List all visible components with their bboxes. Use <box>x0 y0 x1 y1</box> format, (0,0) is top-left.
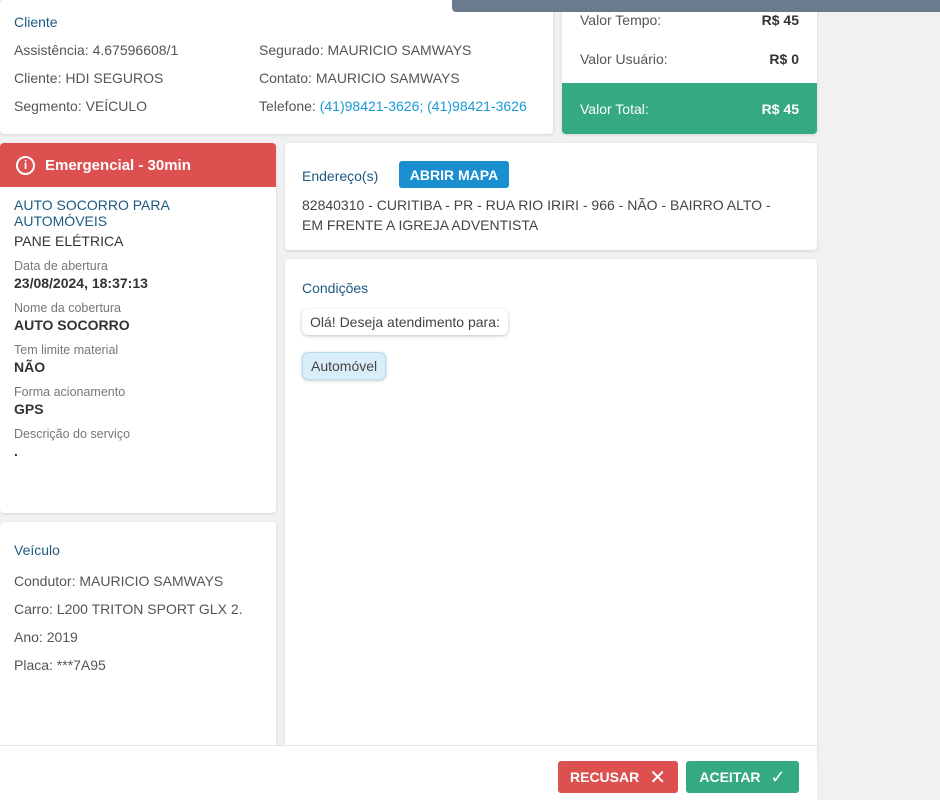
field-label: Nome da cobertura <box>14 301 122 315</box>
field-label: Forma acionamento <box>14 385 126 399</box>
field-value: NÃO <box>14 359 46 375</box>
aceitar-button[interactable]: ACEITAR ✓ <box>686 761 799 793</box>
valor-total: R$ 45 <box>761 101 799 117</box>
carro: Carro: L200 TRITON SPORT GLX 2. <box>14 601 243 617</box>
servico-title: AUTO SOCORRO PARA AUTOMÓVEIS <box>14 197 170 229</box>
field-value: . <box>14 443 18 459</box>
veiculo-card: Veículo Condutor: MAURICIO SAMWAYS Carro… <box>0 522 276 752</box>
contato: Contato: MAURICIO SAMWAYS <box>259 70 460 86</box>
valor-total-label: Valor Total: <box>580 101 649 117</box>
field-label: Data de abertura <box>14 259 108 273</box>
condicoes-title: Condições <box>302 280 369 296</box>
telefone-link[interactable]: (41)98421-3626; (41)98421-3626 <box>320 98 527 114</box>
valor-usuario-label: Valor Usuário: <box>580 51 668 67</box>
ano: Ano: 2019 <box>14 629 78 645</box>
condutor: Condutor: MAURICIO SAMWAYS <box>14 573 224 589</box>
tooltip-bar <box>452 0 940 12</box>
segurado: Segurado: MAURICIO SAMWAYS <box>259 42 472 58</box>
veiculo-title: Veículo <box>14 542 60 558</box>
valores-card: Valor Tempo: R$ 45 Valor Usuário: R$ 0 V… <box>562 0 817 134</box>
cliente-title: Cliente <box>14 14 58 30</box>
valor-tempo-label: Valor Tempo: <box>580 12 662 28</box>
question-bubble: Olá! Deseja atendimento para: <box>302 309 508 335</box>
assistencia: Assistência: 4.67596608/1 <box>14 42 179 58</box>
servico-subtitle: PANE ELÉTRICA <box>14 233 124 249</box>
info-icon: i <box>16 155 35 175</box>
endereco-text: 82840310 - CURITIBA - PR - RUA RIO IRIRI… <box>302 197 771 233</box>
cliente-card: Cliente Assistência: 4.67596608/1 Client… <box>0 0 553 134</box>
servico-card: i Emergencial - 30min AUTO SOCORRO PARA … <box>0 143 276 513</box>
recusar-label: RECUSAR <box>570 769 640 785</box>
field-value: GPS <box>14 401 44 417</box>
telefone-label: Telefone: <box>259 98 320 114</box>
endereco-card: Endereço(s) ABRIR MAPA 82840310 - CURITI… <box>285 143 817 250</box>
priority-banner: i Emergencial - 30min <box>0 143 276 187</box>
abrir-mapa-button[interactable]: ABRIR MAPA <box>399 161 509 188</box>
aceitar-label: ACEITAR <box>699 769 761 785</box>
field-value: AUTO SOCORRO <box>14 317 130 333</box>
placa: Placa: ***7A95 <box>14 657 106 673</box>
segmento: Segmento: VEÍCULO <box>14 98 148 114</box>
priority-label: Emergencial - 30min <box>45 156 191 174</box>
cliente-nome: Cliente: HDI SEGUROS <box>14 70 164 86</box>
check-icon: ✓ <box>770 766 786 787</box>
valor-tempo: R$ 45 <box>761 12 799 28</box>
valor-total-bar: Valor Total: R$ 45 <box>562 83 817 134</box>
endereco-title: Endereço(s) <box>302 168 379 184</box>
field-label: Descrição do serviço <box>14 427 131 441</box>
close-icon: ✕ <box>649 766 666 789</box>
condicoes-card: Condições Olá! Deseja atendimento para: … <box>285 259 817 759</box>
footer-bar: RECUSAR ✕ ACEITAR ✓ <box>0 745 817 800</box>
telefone: Telefone: (41)98421-3626; (41)98421-3626 <box>259 98 527 114</box>
field-value: 23/08/2024, 18:37:13 <box>14 275 148 291</box>
valor-usuario: R$ 0 <box>769 51 799 67</box>
answer-option[interactable]: Automóvel <box>302 352 387 380</box>
recusar-button[interactable]: RECUSAR ✕ <box>558 761 678 793</box>
field-label: Tem limite material <box>14 343 119 357</box>
